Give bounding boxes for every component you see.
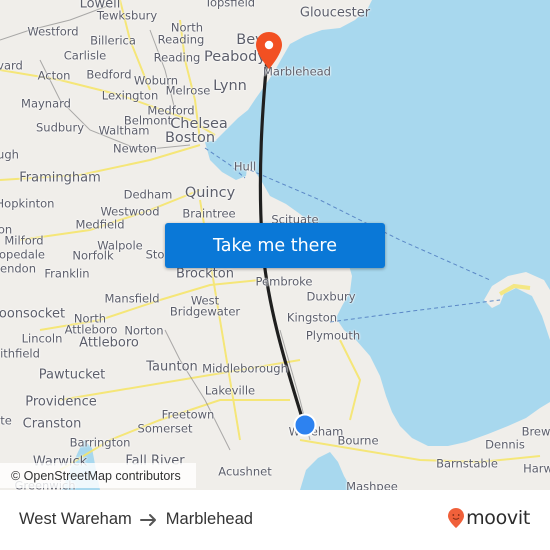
town-label: Acushnet bbox=[218, 464, 272, 479]
town-label: Attleboro bbox=[64, 322, 118, 337]
town-label: Mashpee bbox=[346, 479, 398, 490]
town-label: Norfolk bbox=[72, 248, 114, 263]
town-label: Topsfield bbox=[204, 0, 256, 10]
town-label: Framingham bbox=[19, 170, 101, 186]
moovit-logo[interactable]: moovit bbox=[447, 507, 530, 529]
town-label: Kingston bbox=[286, 310, 338, 325]
map-attribution[interactable]: © OpenStreetMap contributors bbox=[0, 463, 196, 488]
destination-pin-icon[interactable] bbox=[254, 31, 284, 71]
town-label: ugh bbox=[0, 147, 19, 162]
right-arrow-icon bbox=[139, 513, 158, 527]
town-label: Taunton bbox=[146, 359, 198, 375]
footer-bar: West Wareham Marblehead moovit bbox=[0, 490, 550, 550]
town-label: Tewksbury bbox=[96, 8, 158, 23]
town-label: opedale bbox=[0, 247, 46, 262]
town-label: Quincy bbox=[184, 184, 236, 201]
attribution-text[interactable]: © OpenStreetMap contributors bbox=[11, 469, 181, 483]
town-label: Hull bbox=[233, 159, 257, 174]
town-label: Providence bbox=[25, 394, 97, 410]
town-label: te bbox=[0, 413, 12, 428]
town-label: Dennis bbox=[485, 437, 525, 452]
town-label: Pembroke bbox=[255, 274, 313, 289]
town-label: Freetown bbox=[161, 407, 215, 422]
town-label: Mansfield bbox=[104, 291, 160, 306]
town-label: Sto bbox=[145, 247, 165, 262]
town-label: Bourne bbox=[337, 433, 379, 448]
town-label: Cranston bbox=[22, 416, 82, 432]
town-label: Reading bbox=[157, 32, 205, 47]
town-label: Westwood bbox=[100, 204, 160, 219]
town-label: Bridgewater bbox=[169, 304, 241, 319]
moovit-pin-icon bbox=[448, 508, 465, 528]
town-label: Maynard bbox=[21, 96, 71, 111]
town-label: Lexington bbox=[101, 88, 159, 103]
town-label: Reading bbox=[153, 50, 201, 65]
town-label: Carlisle bbox=[63, 48, 107, 63]
town-label: Bedford bbox=[86, 67, 132, 82]
town-label: Gloucester bbox=[299, 5, 371, 21]
town-label: Lincoln bbox=[21, 331, 63, 346]
origin-label: West Wareham bbox=[19, 510, 132, 528]
town-label: Pawtucket bbox=[38, 367, 106, 383]
town-label: Barnstable bbox=[436, 456, 498, 471]
town-label: Westford bbox=[27, 24, 79, 39]
town-label: Attleboro bbox=[79, 335, 139, 351]
town-label: Waltham bbox=[98, 123, 150, 138]
town-label: endon bbox=[0, 261, 36, 276]
cape-cod-tip bbox=[484, 272, 550, 340]
town-label: oonsocket bbox=[0, 306, 66, 322]
town-label: Franklin bbox=[44, 266, 90, 281]
town-label: Barrington bbox=[69, 435, 131, 450]
town-label: Lakeville bbox=[204, 383, 256, 398]
town-label: Sudbury bbox=[35, 120, 85, 135]
brand-wordmark: moovit bbox=[466, 507, 530, 529]
town-label: Newton bbox=[113, 141, 157, 156]
town-label: Lynn bbox=[213, 77, 247, 94]
town-label: Harw bbox=[523, 461, 550, 476]
town-label: Duxbury bbox=[306, 289, 356, 304]
town-label: Boston bbox=[164, 129, 216, 146]
route-summary: West Wareham Marblehead bbox=[19, 510, 253, 529]
town-label: Braintree bbox=[182, 206, 236, 221]
town-label: Melrose bbox=[165, 83, 211, 98]
town-label: Hopkinton bbox=[0, 196, 55, 211]
town-label: Brew bbox=[521, 424, 550, 439]
town-label: Medfield bbox=[75, 217, 125, 232]
town-label: Milford bbox=[4, 233, 44, 248]
destination-label: Marblehead bbox=[165, 510, 253, 528]
origin-marker-icon[interactable] bbox=[293, 413, 317, 437]
town-label: ithfield bbox=[0, 346, 40, 361]
town-label: Somerset bbox=[137, 421, 193, 436]
town-label: Brockton bbox=[176, 266, 234, 282]
take-me-there-button[interactable]: Take me there bbox=[165, 223, 385, 268]
town-label: Middleborough bbox=[202, 361, 288, 376]
map-view[interactable]: Lowell Topsfield Tewksbury Gloucester Westfo… bbox=[0, 0, 550, 490]
town-label: vard bbox=[0, 58, 23, 73]
town-label: Billerica bbox=[90, 33, 136, 48]
town-label: Plymouth bbox=[305, 328, 361, 343]
town-label: Dedham bbox=[123, 187, 173, 202]
town-label: Acton bbox=[37, 68, 71, 83]
